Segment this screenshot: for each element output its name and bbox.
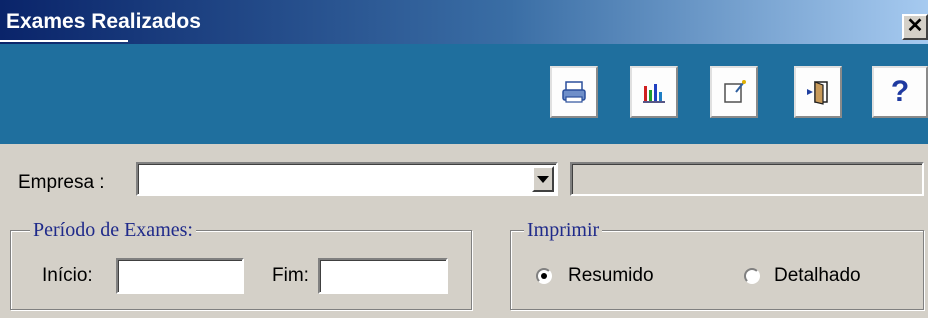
- printer-icon: [562, 81, 586, 103]
- inicio-input[interactable]: [116, 258, 244, 294]
- close-button[interactable]: ✕: [902, 14, 928, 40]
- radio-resumido[interactable]: [536, 268, 552, 284]
- empresa-label: Empresa :: [18, 172, 105, 193]
- exit-button[interactable]: [794, 66, 842, 118]
- radio-selected-dot: [541, 273, 547, 279]
- inicio-label: Início:: [42, 265, 93, 286]
- fim-input[interactable]: [318, 258, 448, 294]
- title-bar: Exames Realizados ✕: [0, 0, 928, 44]
- imprimir-legend: Imprimir: [524, 219, 603, 242]
- toolbar: ?: [0, 44, 928, 144]
- empresa-combobox[interactable]: [136, 162, 558, 196]
- periodo-legend: Período de Exames:: [30, 219, 196, 242]
- close-icon: ✕: [906, 15, 924, 37]
- detalhado-label[interactable]: Detalhado: [774, 265, 861, 287]
- edit-button[interactable]: [710, 66, 758, 118]
- resumido-label[interactable]: Resumido: [568, 265, 654, 287]
- print-button[interactable]: [550, 66, 598, 118]
- empresa-description-field: [570, 162, 924, 196]
- exit-door-icon: [807, 81, 828, 105]
- help-button[interactable]: ?: [872, 66, 928, 118]
- empresa-dropdown-button[interactable]: [532, 166, 554, 192]
- window-title: Exames Realizados: [6, 10, 201, 33]
- bar-chart-icon: [643, 84, 665, 103]
- title-underline: [0, 40, 128, 42]
- radio-detalhado[interactable]: [744, 268, 760, 284]
- edit-note-icon: [724, 80, 746, 103]
- chevron-down-icon: [537, 175, 549, 183]
- chart-button[interactable]: [630, 66, 678, 118]
- fim-label: Fim:: [272, 265, 309, 286]
- help-icon: ?: [890, 75, 910, 108]
